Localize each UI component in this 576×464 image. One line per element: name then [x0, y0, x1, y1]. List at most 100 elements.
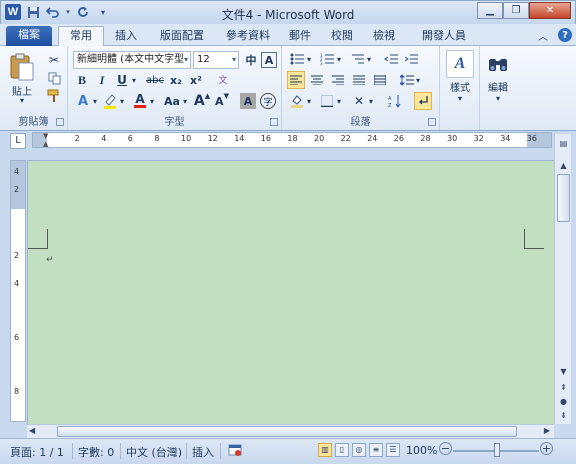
- align-center-button[interactable]: [308, 71, 326, 89]
- font-name-box[interactable]: 新細明體 (本文中文字型 ▾: [73, 51, 191, 69]
- clipboard-dialog-launcher[interactable]: [56, 118, 64, 126]
- phonetic-guide-icon[interactable]: 文: [214, 70, 232, 88]
- zoom-in-button[interactable]: +: [540, 442, 553, 455]
- text-effects-icon[interactable]: A: [74, 93, 92, 109]
- cut-icon[interactable]: ✂: [46, 52, 62, 68]
- tab-file[interactable]: 檔案: [6, 26, 52, 46]
- clear-formatting-icon[interactable]: 中: [243, 52, 259, 68]
- borders-dropdown-icon[interactable]: ▾: [335, 93, 343, 109]
- zoom-slider-thumb[interactable]: [494, 443, 500, 457]
- multilevel-list-dropdown-icon[interactable]: ▾: [365, 51, 373, 67]
- sort-icon[interactable]: AZ: [386, 93, 404, 109]
- tab-selector[interactable]: L: [10, 133, 26, 149]
- strikethrough-button[interactable]: abc: [144, 72, 166, 88]
- underline-dropdown-icon[interactable]: ▾: [130, 72, 138, 88]
- distributed-button[interactable]: [371, 71, 389, 89]
- scroll-down-button[interactable]: ▼: [556, 364, 571, 378]
- tab-mailings[interactable]: 郵件: [284, 27, 316, 46]
- asian-layout-dropdown-icon[interactable]: ▾: [367, 93, 375, 109]
- insert-mode-indicator[interactable]: 插入: [192, 444, 214, 460]
- vertical-scroll-thumb[interactable]: [557, 174, 570, 222]
- minimize-button[interactable]: ▁: [477, 2, 503, 19]
- font-size-dropdown-icon[interactable]: ▾: [232, 52, 236, 68]
- draft-view-button[interactable]: ☰: [386, 443, 400, 457]
- multilevel-list-icon[interactable]: [348, 51, 366, 67]
- superscript-button[interactable]: x²: [188, 72, 204, 88]
- bullets-icon[interactable]: [288, 51, 306, 67]
- word-count[interactable]: 字數: 0: [78, 444, 114, 460]
- font-size-box[interactable]: 12 ▾: [193, 51, 239, 69]
- tab-view[interactable]: 檢視: [368, 27, 400, 46]
- styles-dropdown-icon[interactable]: ▾: [455, 94, 465, 103]
- text-effects-dropdown-icon[interactable]: ▾: [91, 93, 99, 109]
- document-page[interactable]: ↵: [27, 160, 554, 424]
- shading-dropdown-icon[interactable]: ▾: [305, 93, 313, 109]
- font-color-dropdown-icon[interactable]: ▾: [148, 93, 156, 109]
- align-right-button[interactable]: [329, 71, 347, 89]
- align-left-button[interactable]: [287, 71, 305, 89]
- language-indicator[interactable]: 中文 (台灣): [126, 444, 182, 460]
- editing-dropdown-icon[interactable]: ▾: [493, 94, 503, 103]
- paste-icon[interactable]: [6, 50, 38, 84]
- font-name-dropdown-icon[interactable]: ▾: [184, 52, 188, 68]
- asian-layout-icon[interactable]: ✕: [350, 93, 368, 109]
- italic-button[interactable]: I: [94, 72, 110, 88]
- tab-references[interactable]: 參考資料: [218, 27, 278, 46]
- tab-review[interactable]: 校閱: [326, 27, 358, 46]
- character-shading-icon[interactable]: A: [240, 93, 256, 109]
- zoom-out-button[interactable]: −: [439, 442, 452, 455]
- format-painter-icon[interactable]: [46, 88, 62, 104]
- numbering-dropdown-icon[interactable]: ▾: [335, 51, 343, 67]
- scroll-up-button[interactable]: ▲: [556, 158, 571, 172]
- highlight-icon[interactable]: [102, 93, 118, 109]
- paste-dropdown-icon[interactable]: ▾: [17, 96, 27, 105]
- underline-button[interactable]: U: [114, 72, 130, 88]
- restore-button[interactable]: ❐: [503, 2, 529, 19]
- scroll-left-button[interactable]: ◀: [29, 426, 35, 435]
- show-hide-marks-icon[interactable]: [414, 92, 432, 110]
- shading-icon[interactable]: [288, 93, 306, 109]
- first-line-indent-marker[interactable]: ▼: [43, 132, 48, 140]
- tab-insert[interactable]: 插入: [108, 27, 144, 46]
- justify-button[interactable]: [350, 71, 368, 89]
- close-button[interactable]: ✕: [529, 2, 571, 19]
- previous-page-button[interactable]: ⇞: [556, 380, 571, 394]
- print-layout-view-button[interactable]: ▥: [318, 443, 332, 457]
- editing-button-label[interactable]: 編輯: [480, 80, 516, 94]
- page-count[interactable]: 頁面: 1 / 1: [10, 444, 64, 460]
- scroll-right-button[interactable]: ▶: [544, 426, 550, 435]
- decrease-indent-icon[interactable]: [382, 51, 400, 67]
- zoom-level[interactable]: 100%: [406, 444, 437, 457]
- horizontal-ruler[interactable]: ▼ ▲ 2 4 6 8 10 12 14 16 18 20 22 24 26 28 30 32 34 36: [32, 132, 552, 148]
- paragraph-dialog-launcher[interactable]: [428, 118, 436, 126]
- tab-page-layout[interactable]: 版面配置: [152, 27, 212, 46]
- full-screen-reading-button[interactable]: ▯: [335, 443, 349, 457]
- help-icon[interactable]: ?: [558, 28, 572, 42]
- tab-developer[interactable]: 開發人員: [414, 27, 474, 46]
- shrink-font-icon[interactable]: A ▼: [214, 92, 230, 110]
- change-case-button[interactable]: Aa: [162, 93, 182, 109]
- minimize-ribbon-icon[interactable]: ︿: [536, 28, 550, 43]
- paste-button[interactable]: 貼上: [6, 84, 38, 98]
- outline-view-button[interactable]: ≡: [369, 443, 383, 457]
- copy-icon[interactable]: [46, 70, 62, 86]
- change-case-dropdown-icon[interactable]: ▾: [181, 93, 189, 109]
- find-icon[interactable]: [484, 50, 512, 78]
- subscript-button[interactable]: x₂: [168, 72, 184, 88]
- styles-button-label[interactable]: 樣式: [442, 80, 478, 94]
- web-layout-button[interactable]: ◎: [352, 443, 366, 457]
- vertical-scrollbar[interactable]: ▤ ▲ ▼ ⇞ ● ⇟: [554, 134, 571, 424]
- next-page-button[interactable]: ⇟: [556, 408, 571, 422]
- numbering-icon[interactable]: 123: [318, 51, 336, 67]
- grow-font-icon[interactable]: A ▲: [194, 92, 210, 110]
- bold-button[interactable]: B: [74, 72, 90, 88]
- highlight-dropdown-icon[interactable]: ▾: [118, 93, 126, 109]
- quick-styles-icon[interactable]: A: [446, 50, 474, 78]
- view-ruler-icon[interactable]: ▤: [556, 136, 571, 150]
- macro-recording-icon[interactable]: [228, 443, 242, 460]
- increase-indent-icon[interactable]: [402, 51, 420, 67]
- enclose-characters-icon[interactable]: 字: [260, 93, 276, 109]
- font-color-icon[interactable]: A: [132, 93, 148, 109]
- tab-home[interactable]: 常用: [58, 26, 104, 46]
- horizontal-scrollbar[interactable]: ◀ ▶: [27, 424, 554, 438]
